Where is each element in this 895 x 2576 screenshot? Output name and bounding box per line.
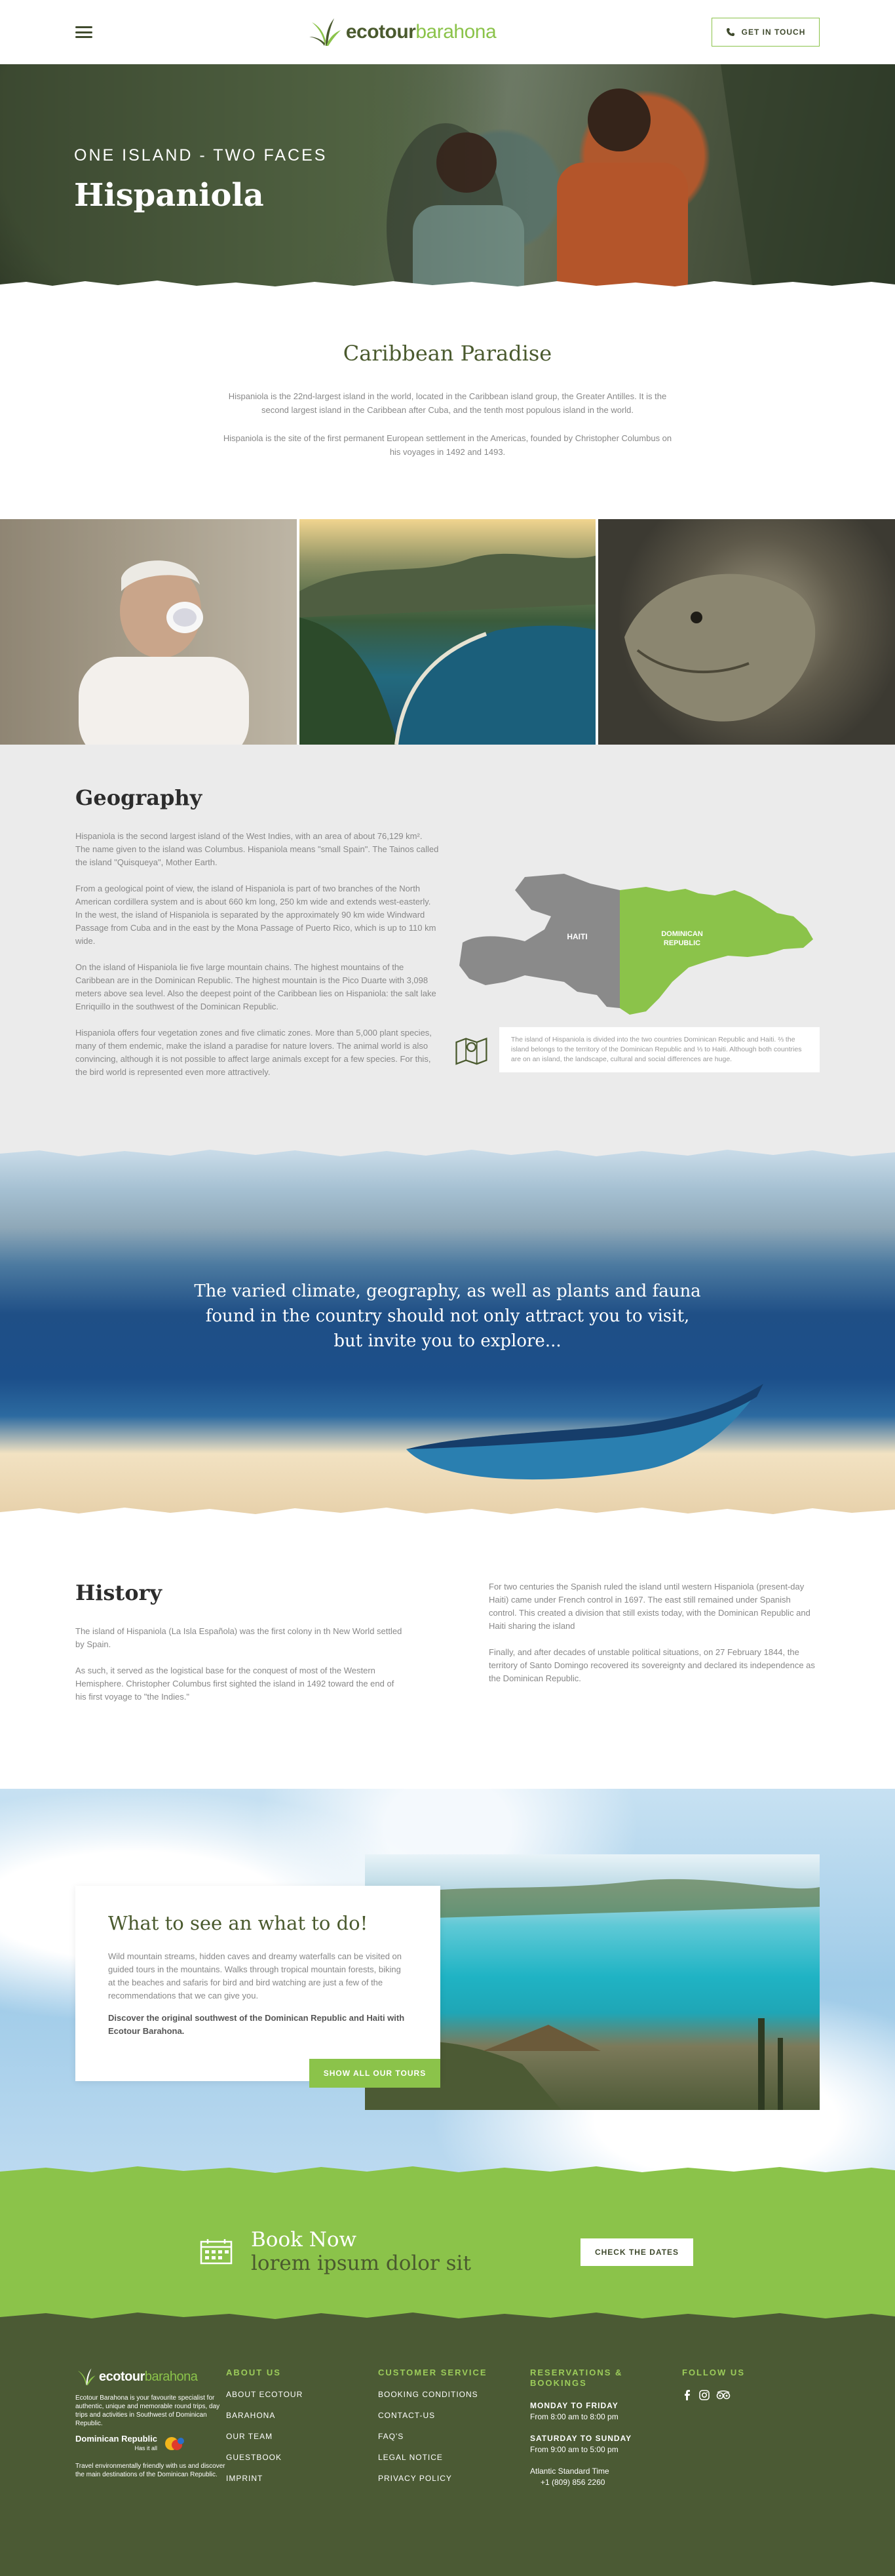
- book-now-section: Book Now lorem ipsum dolor sit Check the…: [0, 2178, 895, 2325]
- show-all-tours-button[interactable]: Show all our tours: [309, 2059, 440, 2088]
- weekend-time: From 9:00 am to 5:00 pm: [530, 2445, 619, 2454]
- torn-edge: [0, 2166, 895, 2178]
- footer-about-title: About us: [226, 2368, 281, 2377]
- hero-title: Hispaniola: [74, 177, 264, 214]
- footer-link-guestbook[interactable]: Guestbook: [226, 2453, 378, 2462]
- things-to-do-highlight: Discover the original southwest of the D…: [108, 2013, 405, 2036]
- logo-eco: ecotour: [345, 21, 416, 43]
- palm-leaf-icon: [309, 18, 341, 46]
- geography-section: Geography Hispaniola is the second large…: [0, 745, 895, 1144]
- things-to-do-card: What to see an what to do! Wild mountain…: [75, 1886, 440, 2088]
- facebook-icon[interactable]: [682, 2390, 693, 2400]
- dominican-republic-logo: Dominican Republic Has it all: [75, 2434, 226, 2453]
- iguana-photo: [598, 519, 895, 745]
- tripadvisor-icon[interactable]: [716, 2390, 731, 2400]
- torn-edge: [0, 1144, 895, 1156]
- calendar-icon: [200, 2239, 233, 2265]
- old-woman-coffee-photo: [0, 519, 297, 745]
- intro-paragraph: Hispaniola is the site of the first perm…: [223, 433, 672, 457]
- footer-service-title: Customer Service: [378, 2368, 487, 2377]
- footer-link-contact[interactable]: Contact-us: [378, 2411, 530, 2420]
- footer-logo[interactable]: ecotourbarahona: [75, 2368, 226, 2386]
- hero-kicker: One Island - Two Faces: [74, 146, 328, 165]
- history-paragraph: Finally, and after decades of unstable p…: [489, 1647, 815, 1683]
- weekday-time: From 8:00 am to 8:00 pm: [530, 2412, 619, 2421]
- footer-link-privacy-policy[interactable]: Privacy Policy: [378, 2474, 530, 2483]
- footer-logo-barahona: barahona: [144, 2369, 198, 2384]
- hispaniola-map: HAITI DOMINICAN REPUBLIC: [459, 874, 813, 1015]
- history-paragraph: For two centuries the Spanish ruled the …: [489, 1582, 810, 1631]
- coastline-photo: [299, 519, 596, 745]
- get-in-touch-button[interactable]: Get in touch: [712, 18, 820, 47]
- dr-sun-icon: [164, 2437, 184, 2450]
- footer-about-text: Ecotour Barahona is your favourite speci…: [75, 2394, 220, 2427]
- ocean-banner: The varied climate, geography, as well a…: [0, 1144, 895, 1521]
- intro-section: Caribbean Paradise Hispaniola is the 22n…: [0, 294, 895, 519]
- things-to-do-title: What to see an what to do!: [108, 1912, 368, 1934]
- history-section: History The island of Hispaniola (La Isl…: [0, 1521, 895, 1789]
- footer-link-barahona[interactable]: Barahona: [226, 2411, 378, 2420]
- weekday-label: Monday to Friday: [530, 2401, 619, 2410]
- torn-edge: [0, 1508, 895, 1521]
- hero-banner: One Island - Two Faces Hispaniola: [0, 64, 895, 294]
- photo-strip: [0, 519, 895, 745]
- history-paragraph: The island of Hispaniola (La Isla Españo…: [75, 1626, 402, 1649]
- map-note: The island of Hispaniola is divided into…: [499, 1027, 820, 1072]
- boat-photo: [406, 1384, 763, 1480]
- geography-paragraph: On the island of Hispaniola lie five lar…: [75, 962, 436, 1011]
- torn-edge: [0, 2313, 895, 2325]
- geography-paragraph: Hispaniola is the second largest island …: [75, 831, 439, 867]
- phone-number[interactable]: +1 (809) 856 2260: [530, 2478, 605, 2487]
- intro-paragraph: Hispaniola is the 22nd-largest island in…: [228, 391, 667, 415]
- contact-phone: Atlantic Standard Time +1 (809) 856 2260: [530, 2466, 682, 2488]
- footer-link-faq[interactable]: FAQ's: [378, 2432, 530, 2441]
- footer-link-our-team[interactable]: Our Team: [226, 2432, 378, 2441]
- quote-line: The varied climate, geography, as well a…: [194, 1281, 701, 1301]
- intro-title: Caribbean Paradise: [343, 341, 552, 366]
- weekend-hours: Saturday to Sunday From 9:00 am to 5:00 p…: [530, 2433, 682, 2455]
- things-to-do-paragraph: Wild mountain streams, hidden caves and …: [108, 1951, 402, 2000]
- site-logo[interactable]: ecotourbarahona: [308, 17, 497, 47]
- weekend-label: Saturday to Sunday: [530, 2434, 632, 2443]
- quote-line: found in the country should not only att…: [205, 1306, 690, 1326]
- torn-edge: [0, 281, 895, 294]
- map-pin-icon: [455, 1037, 487, 1065]
- site-footer: ecotourbarahona Ecotour Barahona is your…: [0, 2325, 895, 2576]
- get-in-touch-label: Get in touch: [741, 28, 806, 37]
- footer-link-booking-conditions[interactable]: Booking Conditions: [378, 2390, 530, 2399]
- geography-title: Geography: [75, 785, 202, 810]
- footer-logo-eco: ecotour: [99, 2369, 145, 2384]
- palm-leaf-icon: [77, 2368, 96, 2385]
- geography-paragraph: Hispaniola offers four vegetation zones …: [75, 1028, 432, 1077]
- site-header: ecotourbarahona Get in touch: [0, 0, 895, 64]
- history-paragraph: As such, it served as the logistical bas…: [75, 1666, 394, 1702]
- footer-link-legal-notice[interactable]: Legal Notice: [378, 2453, 530, 2462]
- dr-tag: Has it all: [134, 2445, 157, 2451]
- timezone: Atlantic Standard Time: [530, 2467, 609, 2476]
- history-title: History: [75, 1580, 162, 1605]
- book-now-title: Book Now: [251, 2228, 357, 2252]
- map-label-dr-1: DOMINICAN: [661, 930, 703, 938]
- weekday-hours: Monday to Friday From 8:00 am to 8:00 pm: [530, 2400, 682, 2423]
- footer-link-about-ecotour[interactable]: About Ecotour: [226, 2390, 378, 2399]
- footer-reservations-title: Reservations & Bookings: [530, 2368, 623, 2388]
- quote-line: but invite you to explore...: [333, 1331, 562, 1351]
- footer-follow-title: Follow us: [682, 2368, 745, 2377]
- map-label-dr-2: REPUBLIC: [664, 939, 700, 947]
- geography-paragraph: From a geological point of view, the isl…: [75, 884, 436, 946]
- instagram-icon[interactable]: [699, 2390, 710, 2400]
- footer-link-imprint[interactable]: Imprint: [226, 2474, 378, 2483]
- map-label-haiti: HAITI: [567, 932, 587, 941]
- menu-icon[interactable]: [75, 26, 92, 38]
- logo-barahona: barahona: [415, 21, 497, 43]
- dr-name: Dominican Republic: [75, 2434, 157, 2444]
- footer-eco-text: Travel environmentally friendly with us …: [75, 2463, 225, 2478]
- check-dates-button[interactable]: Check the dates: [581, 2238, 693, 2266]
- phone-icon: [726, 28, 734, 36]
- book-now-subtitle: lorem ipsum dolor sit: [251, 2252, 471, 2275]
- ocean-quote: The varied climate, geography, as well a…: [0, 1279, 895, 1354]
- things-to-do-section: What to see an what to do! Wild mountain…: [0, 1789, 895, 2178]
